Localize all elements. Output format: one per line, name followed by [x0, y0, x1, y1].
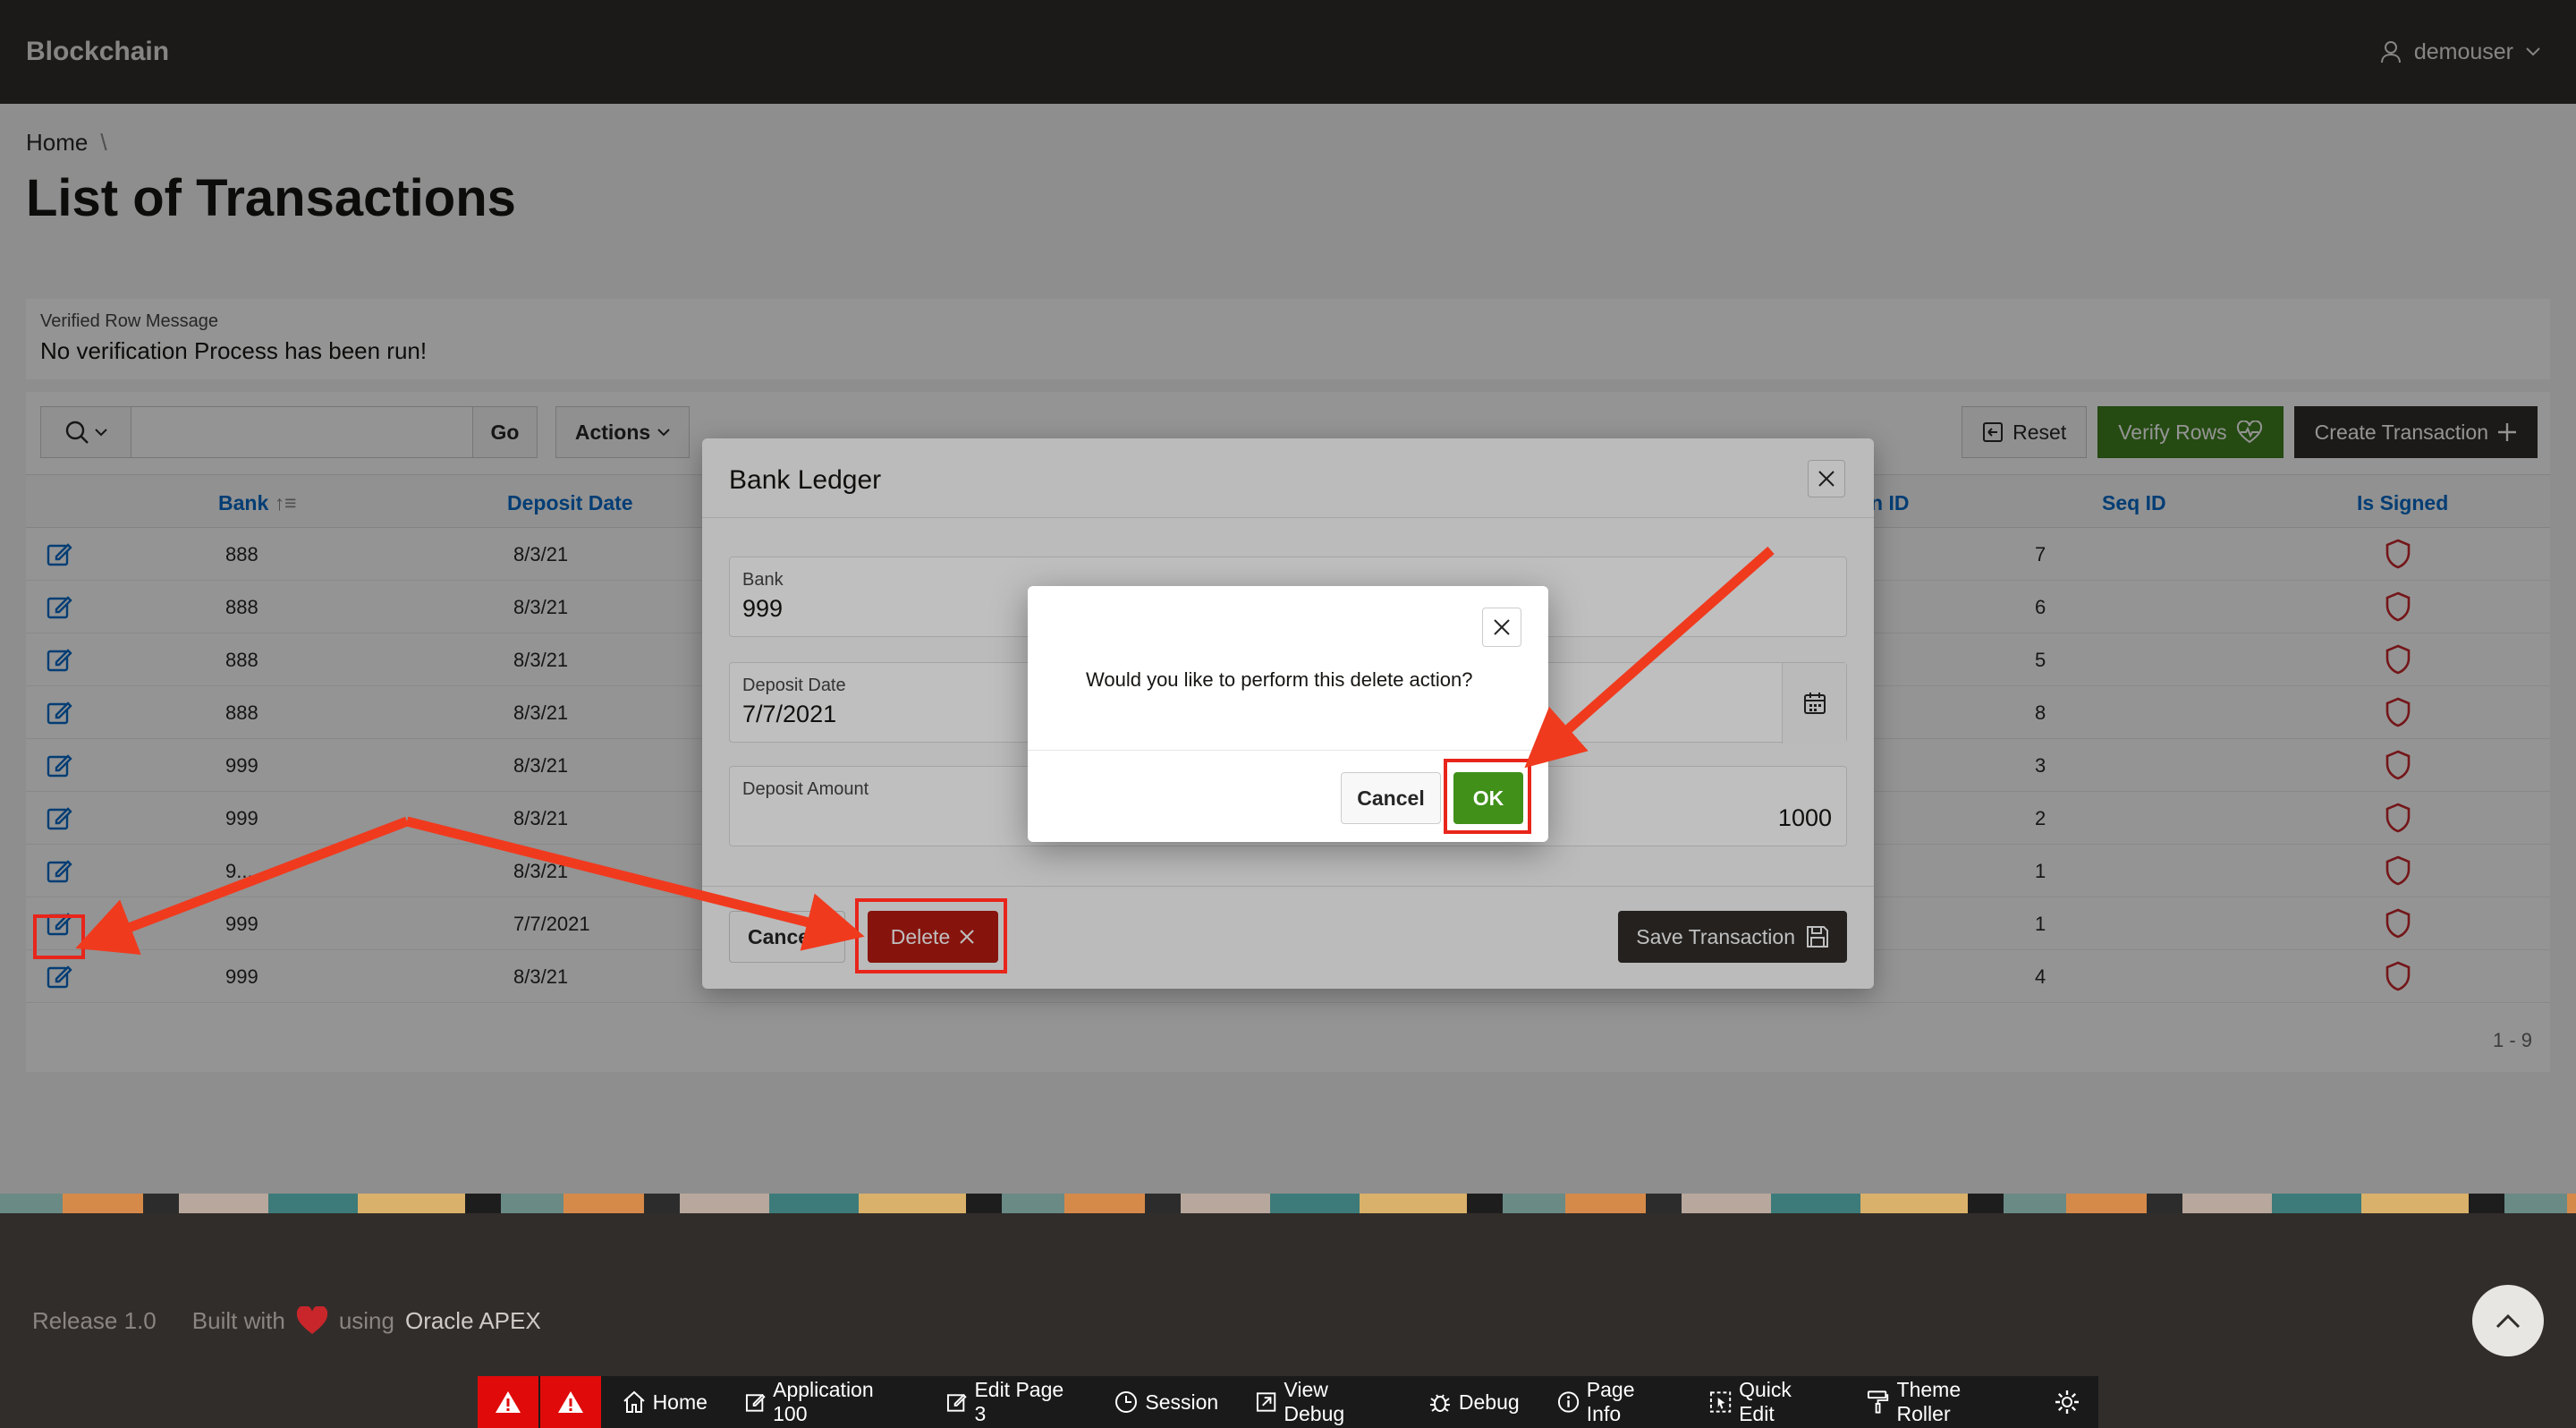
confirm-cancel-button[interactable]: Cancel [1341, 772, 1441, 824]
warning-icon [557, 1391, 583, 1413]
built-with-text: Built with using Oracle APEX [192, 1306, 541, 1335]
devbar-view-debug[interactable]: View Debug [1236, 1376, 1409, 1428]
cursor-select-icon [1709, 1391, 1732, 1413]
devbar-home[interactable]: Home [603, 1376, 725, 1428]
bug-icon [1429, 1394, 1450, 1412]
external-link-icon [1257, 1392, 1276, 1412]
release-version: Release 1.0 [32, 1306, 157, 1334]
scroll-to-top-button[interactable] [2472, 1285, 2544, 1356]
devbar-page-info-label: Page Info [1586, 1378, 1635, 1425]
oracle-apex-link[interactable]: Oracle APEX [405, 1307, 541, 1335]
info-icon [1557, 1391, 1579, 1413]
devbar-edit-page[interactable]: Edit Page 3 [927, 1376, 1095, 1428]
devbar-theme-roller[interactable]: Theme Roller [1847, 1376, 2034, 1428]
devbar-view-debug-label: View Debug [1284, 1378, 1345, 1425]
edit-icon [947, 1393, 967, 1412]
devbar-quick-edit[interactable]: Quick Edit [1690, 1376, 1847, 1428]
devbar-home-label: Home [652, 1390, 708, 1414]
warning-button-2[interactable] [539, 1376, 603, 1428]
devbar-debug-label: Debug [1458, 1390, 1520, 1414]
devbar-settings[interactable] [2034, 1376, 2098, 1428]
devbar-edit-page-label: Edit Page 3 [974, 1378, 1064, 1425]
developer-toolbar: Home Application 100 Edit Page 3 Session… [478, 1376, 2098, 1428]
decorative-pattern-band [0, 1194, 2576, 1213]
confirm-divider [1028, 750, 1548, 751]
home-icon [623, 1390, 645, 1413]
warning-icon [495, 1391, 521, 1413]
devbar-application[interactable]: Application 100 [725, 1376, 927, 1428]
using-label: using [338, 1306, 394, 1334]
chevron-up-icon [2496, 1313, 2521, 1329]
devbar-session-label: Session [1145, 1390, 1219, 1414]
devbar-theme-roller-label: Theme Roller [1896, 1378, 1962, 1425]
devbar-quick-edit-label: Quick Edit [1739, 1378, 1792, 1425]
highlight-delete-button [855, 898, 1007, 973]
clock-icon [1115, 1391, 1138, 1413]
devbar-debug[interactable]: Debug [1409, 1376, 1538, 1428]
devbar-page-info[interactable]: Page Info [1538, 1376, 1690, 1428]
devbar-application-label: Application 100 [773, 1378, 874, 1425]
close-icon [1494, 619, 1510, 635]
paint-roller-icon [1868, 1390, 1889, 1414]
footer-text: Release 1.0 Built with using Oracle APEX [32, 1306, 541, 1335]
built-with-label: Built with [191, 1306, 285, 1334]
highlight-edit-row [33, 914, 85, 959]
confirm-close-button[interactable] [1482, 608, 1521, 647]
gear-icon [2055, 1390, 2079, 1414]
warning-button-1[interactable] [478, 1376, 540, 1428]
heart-icon [296, 1306, 327, 1334]
edit-icon [745, 1393, 766, 1412]
devbar-session[interactable]: Session [1095, 1376, 1236, 1428]
confirm-message: Would you like to perform this delete ac… [1086, 668, 1473, 691]
highlight-ok-button [1444, 759, 1531, 834]
